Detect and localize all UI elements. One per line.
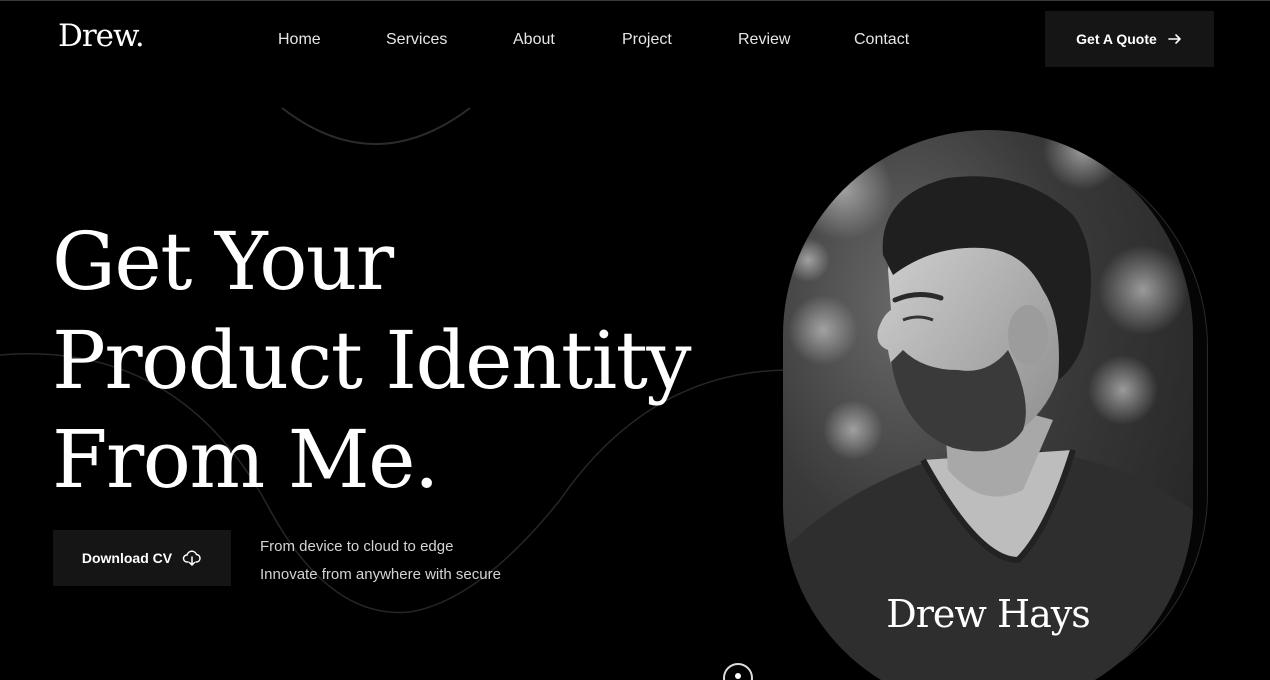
hero-title-line-3: From Me. xyxy=(52,413,439,506)
tagline-line-2: Innovate from anywhere with secure xyxy=(260,566,501,583)
hero-tagline: From device to cloud to edge Innovate fr… xyxy=(260,533,501,589)
nav-services[interactable]: Services xyxy=(386,31,447,49)
tagline-line-1: From device to cloud to edge xyxy=(260,538,454,555)
download-cv-button[interactable]: Download CV xyxy=(53,530,231,586)
cloud-download-icon xyxy=(182,550,201,566)
scroll-dot-icon xyxy=(735,673,741,679)
nav-review[interactable]: Review xyxy=(738,31,790,49)
hero-title: Get Your Product Identity From Me. xyxy=(52,212,692,509)
nav-project[interactable]: Project xyxy=(622,31,672,49)
portrait-frame: Drew Hays xyxy=(783,130,1193,680)
portrait-name: Drew Hays xyxy=(886,592,1091,636)
download-cv-label: Download CV xyxy=(81,550,173,566)
landing-page: Drew. Home Services About Project Review… xyxy=(0,0,1270,680)
hero-title-line-1: Get Your xyxy=(52,215,394,308)
logo[interactable]: Drew. xyxy=(58,18,145,54)
nav-contact[interactable]: Contact xyxy=(854,31,909,49)
get-quote-button[interactable]: Get A Quote xyxy=(1045,11,1214,67)
top-arc xyxy=(281,107,471,145)
nav-home[interactable]: Home xyxy=(278,31,321,49)
nav-about[interactable]: About xyxy=(513,31,555,49)
get-quote-label: Get A Quote xyxy=(1076,31,1157,47)
hero-title-line-2: Product Identity xyxy=(52,314,692,407)
arrow-right-icon xyxy=(1168,34,1181,44)
